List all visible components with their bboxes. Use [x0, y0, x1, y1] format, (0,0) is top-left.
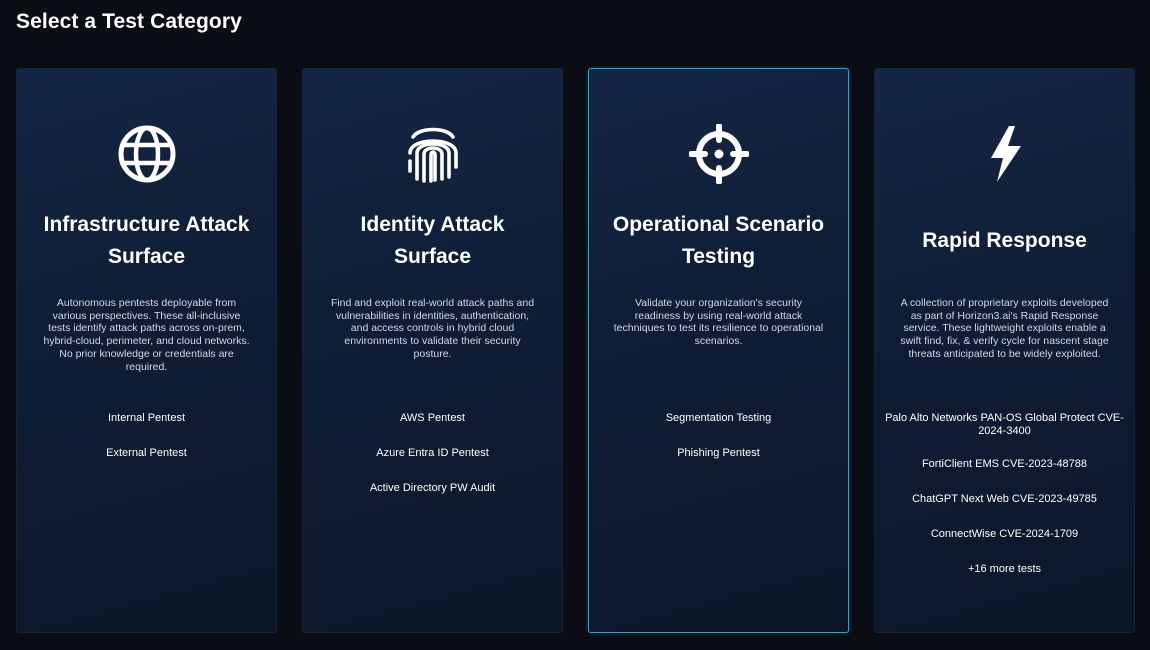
test-item-external-pentest[interactable]: External Pentest	[27, 447, 266, 460]
card-title: Rapid Response	[922, 229, 1087, 252]
test-item-connectwise-cve-2024-1709[interactable]: ConnectWise CVE-2024-1709	[885, 528, 1124, 541]
test-list: AWS Pentest Azure Entra ID Pentest Activ…	[313, 412, 552, 517]
card-description: Find and exploit real-world attack paths…	[330, 297, 535, 360]
card-title: Infrastructure Attack Surface	[43, 213, 250, 268]
card-infrastructure-attack-surface[interactable]: Infrastructure Attack Surface Autonomous…	[16, 68, 277, 633]
card-description: Validate your organization's security re…	[613, 297, 824, 348]
test-list: Palo Alto Networks PAN-OS Global Protect…	[885, 412, 1124, 598]
test-item-internal-pentest[interactable]: Internal Pentest	[27, 412, 266, 425]
test-list: Segmentation Testing Phishing Pentest	[599, 412, 838, 482]
test-item-forticlient-cve-2023-48788[interactable]: FortiClient EMS CVE-2023-48788	[885, 458, 1124, 471]
card-title: Operational Scenario Testing	[612, 213, 825, 268]
card-title: Identity Attack Surface	[360, 213, 505, 268]
category-cards: Infrastructure Attack Surface Autonomous…	[16, 68, 1136, 633]
test-item-active-directory-pw-audit[interactable]: Active Directory PW Audit	[313, 482, 552, 495]
page-title: Select a Test Category	[16, 10, 242, 33]
fingerprint-icon	[303, 123, 562, 185]
test-list: Internal Pentest External Pentest	[27, 412, 266, 482]
card-description: A collection of proprietary exploits dev…	[900, 297, 1109, 360]
test-item-aws-pentest[interactable]: AWS Pentest	[313, 412, 552, 425]
crosshair-icon	[589, 123, 848, 185]
card-description: Autonomous pentests deployable from vari…	[43, 297, 250, 373]
test-category-page: Select a Test Category Infrastructure At…	[0, 0, 1150, 650]
globe-icon	[17, 123, 276, 185]
test-item-segmentation-testing[interactable]: Segmentation Testing	[599, 412, 838, 425]
test-item-palo-alto-cve-2024-3400[interactable]: Palo Alto Networks PAN-OS Global Protect…	[885, 412, 1124, 438]
card-operational-scenario-testing[interactable]: Operational Scenario Testing Validate yo…	[588, 68, 849, 633]
card-identity-attack-surface[interactable]: Identity Attack Surface Find and exploit…	[302, 68, 563, 633]
card-rapid-response[interactable]: Rapid Response A collection of proprieta…	[874, 68, 1135, 633]
lightning-bolt-icon	[875, 123, 1134, 185]
test-item-phishing-pentest[interactable]: Phishing Pentest	[599, 447, 838, 460]
more-tests-link[interactable]: +16 more tests	[885, 563, 1124, 576]
test-item-chatgpt-next-web-cve-2023-49785[interactable]: ChatGPT Next Web CVE-2023-49785	[885, 493, 1124, 506]
test-item-azure-entra-id-pentest[interactable]: Azure Entra ID Pentest	[313, 447, 552, 460]
